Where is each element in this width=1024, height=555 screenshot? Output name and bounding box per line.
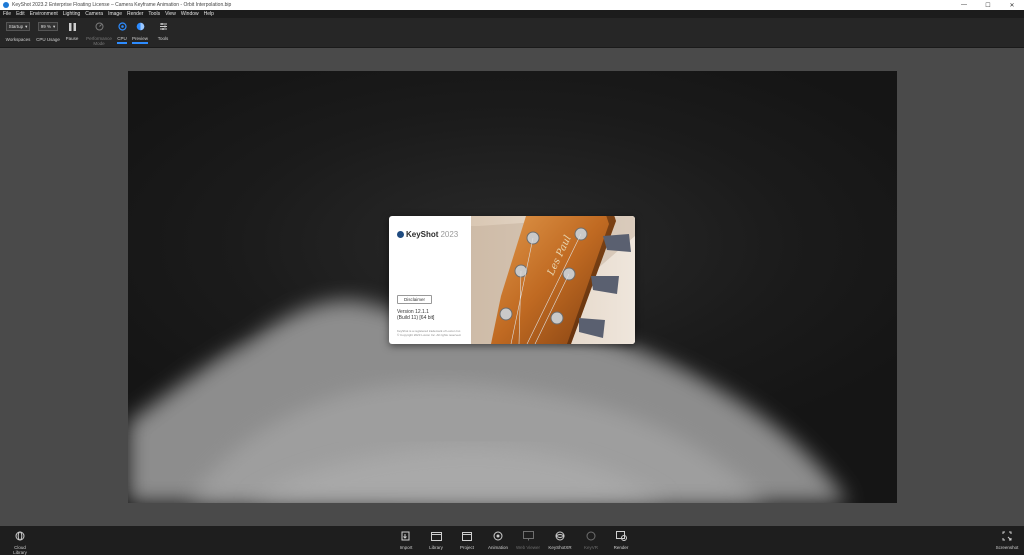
render-button[interactable]: Render [606, 529, 636, 550]
cpu-usage-value: 99 % [40, 24, 51, 29]
maximize-button[interactable]: ☐ [976, 2, 1000, 9]
menu-view[interactable]: View [165, 11, 176, 17]
cloud-library-button[interactable]: Cloud Library [5, 529, 35, 555]
menu-render[interactable]: Render [127, 11, 143, 17]
pause-icon [68, 18, 76, 35]
import-label: Import [399, 545, 413, 550]
minimize-button[interactable]: — [952, 2, 976, 8]
close-button[interactable]: ✕ [1000, 2, 1024, 9]
import-button[interactable]: Import [391, 529, 421, 550]
web-viewer-icon [522, 529, 534, 543]
preview-label: Preview [131, 36, 148, 41]
keyvr-button[interactable]: KeyVR [576, 529, 606, 550]
keyshotxr-label: KeyShotXR [548, 545, 572, 550]
library-icon [430, 529, 442, 543]
screenshot-icon [1002, 529, 1012, 543]
menu-help[interactable]: Help [204, 11, 214, 17]
cloud-library-icon [15, 529, 25, 543]
screenshot-button[interactable]: Screenshot [992, 529, 1022, 550]
chevron-down-icon: ▾ [53, 23, 56, 29]
workspace-value: Startup [8, 24, 24, 29]
keyshot-logo-icon [397, 231, 404, 238]
version-info: Version 12.1.1 (Build 11) [64 bit] [397, 309, 434, 321]
pause-button[interactable]: Pause [63, 18, 81, 48]
menu-file[interactable]: File [3, 11, 11, 17]
tools-label: Tools [157, 36, 169, 41]
cpu-usage-dropdown[interactable]: 99 % ▾ [37, 22, 59, 31]
workspaces-group: Startup ▾ Workspaces [3, 18, 33, 48]
cpu-selected-indicator [117, 42, 127, 44]
menu-tools[interactable]: Tools [148, 11, 160, 17]
keyvr-icon [586, 529, 596, 543]
menu-window[interactable]: Window [181, 11, 199, 17]
cpu-icon [117, 18, 127, 35]
library-label: Library [429, 545, 443, 550]
preview-icon [136, 18, 145, 35]
keyvr-label: KeyVR [583, 545, 598, 550]
performance-mode-button[interactable]: Performance Mode [84, 18, 114, 48]
render-label: Render [613, 545, 629, 550]
guitar-headstock-image: Les Paul [471, 216, 635, 344]
render-icon [615, 529, 627, 543]
project-label: Project [459, 545, 474, 550]
keyshot-app-icon [3, 2, 9, 8]
library-button[interactable]: Library [421, 529, 451, 550]
menu-lighting[interactable]: Lighting [63, 11, 81, 17]
keyshotxr-icon [555, 529, 565, 543]
window-title: KeyShot 2023.2 Enterprise Floating Licen… [12, 2, 232, 8]
import-icon [401, 529, 411, 543]
title-bar: KeyShot 2023.2 Enterprise Floating Licen… [0, 0, 1024, 10]
cloud-library-label: Cloud Library [13, 545, 27, 555]
workspace-dropdown[interactable]: Startup ▾ [5, 22, 31, 31]
menu-camera[interactable]: Camera [85, 11, 103, 17]
menu-environment[interactable]: Environment [30, 11, 58, 17]
animation-icon [493, 529, 503, 543]
about-splash-dialog: KeyShot 2023 Disclaimer Version 12.1.1 (… [389, 216, 635, 344]
preview-selected-indicator [132, 42, 148, 44]
project-icon [462, 529, 472, 543]
copyright-line: © Copyright 2023 Luxion Inc. All rights … [397, 333, 462, 337]
performance-icon [95, 18, 104, 35]
project-button[interactable]: Project [452, 529, 482, 550]
workspaces-label: Workspaces [5, 37, 31, 42]
performance-mode-label: Performance Mode [86, 36, 112, 46]
brand-name: KeyShot [406, 230, 439, 239]
chevron-down-icon: ▾ [25, 23, 28, 29]
tools-button[interactable]: Tools [154, 18, 172, 48]
keyshot-logo: KeyShot 2023 [397, 230, 458, 239]
menu-image[interactable]: Image [108, 11, 122, 17]
legal-text: KeyShot is a registered trademark of Lux… [397, 329, 477, 337]
ribbon-toolbar: Startup ▾ Workspaces 99 % ▾ CPU Usage Pa… [0, 18, 1024, 48]
pause-label: Pause [65, 36, 79, 41]
disclaimer-button[interactable]: Disclaimer [397, 295, 432, 304]
cpu-usage-label: CPU Usage [36, 37, 60, 42]
cpu-label: CPU [117, 36, 127, 41]
menu-edit[interactable]: Edit [16, 11, 25, 17]
keyshotxr-button[interactable]: KeyShotXR [545, 529, 575, 550]
brand-year: 2023 [440, 230, 459, 239]
build-number: (Build 11) [64 bit] [397, 315, 435, 321]
tools-icon [159, 18, 168, 35]
web-viewer-button[interactable]: Web Viewer [513, 529, 543, 550]
animation-label: Animation [487, 545, 508, 550]
screenshot-label: Screenshot [995, 545, 1019, 550]
animation-button[interactable]: Animation [483, 529, 513, 550]
web-viewer-label: Web Viewer [515, 545, 541, 550]
cpu-usage-group: 99 % ▾ CPU Usage [34, 18, 62, 48]
bottom-toolbar: Cloud Library Import Library Project Ani… [0, 526, 1024, 555]
menu-bar: File Edit Environment Lighting Camera Im… [0, 10, 1024, 18]
